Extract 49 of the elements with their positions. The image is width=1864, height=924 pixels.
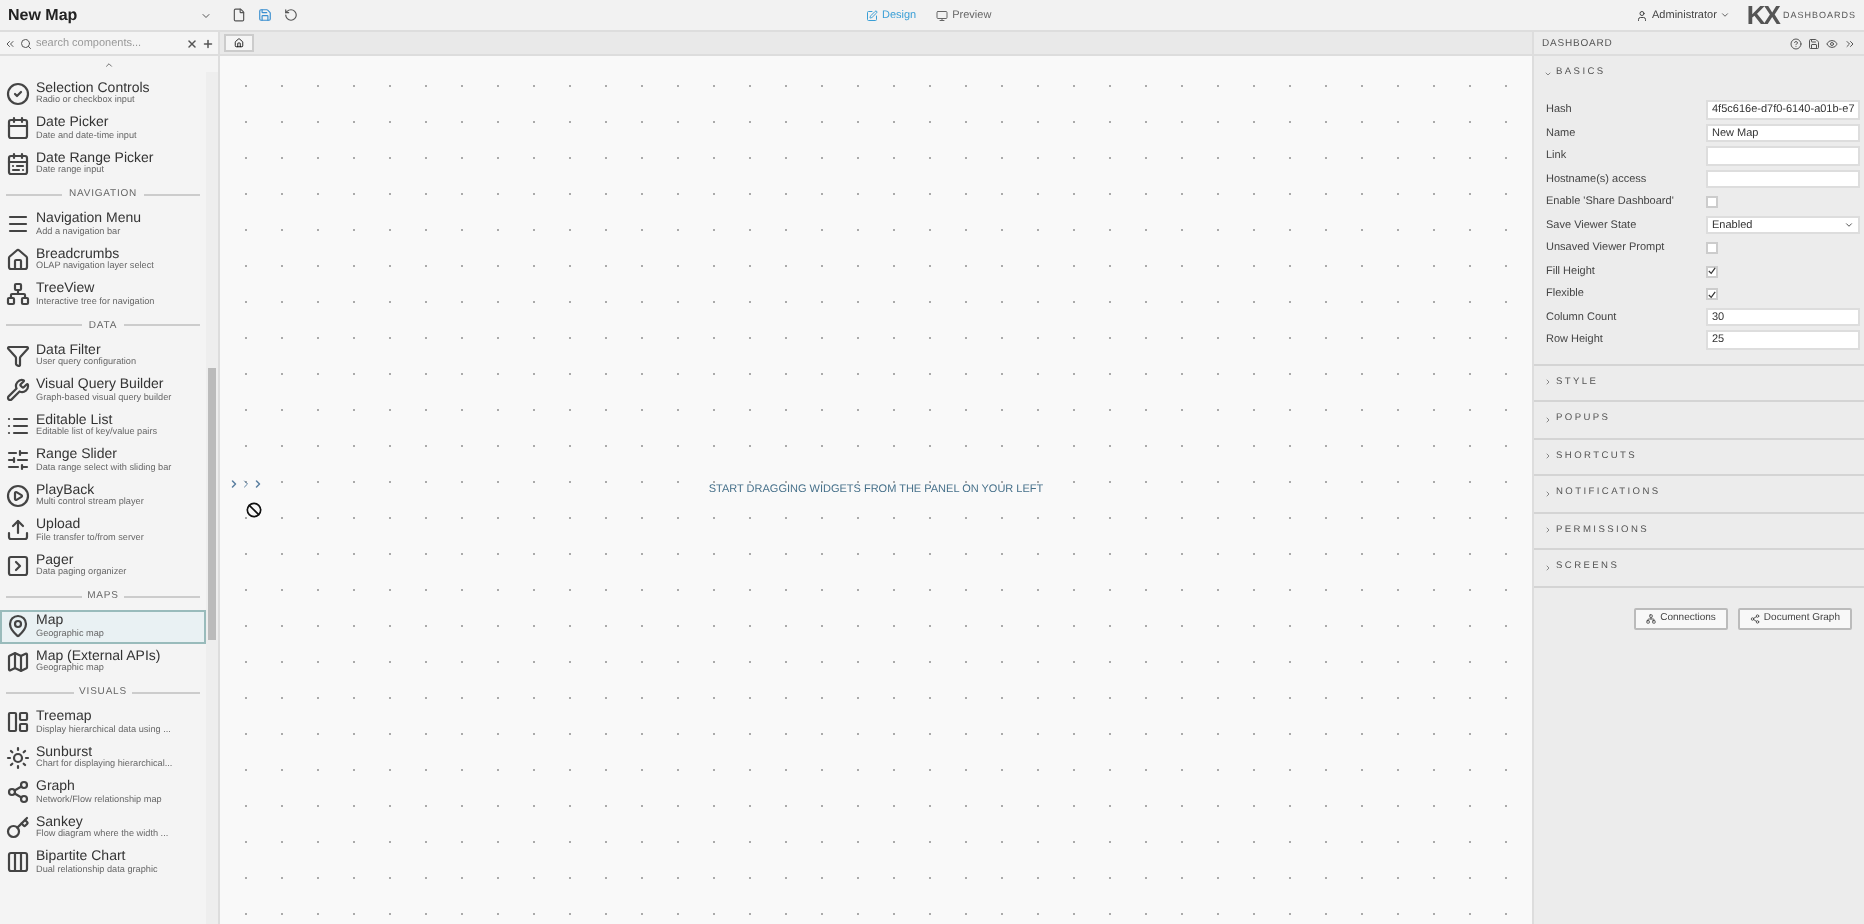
component-icon bbox=[6, 212, 30, 237]
user-icon bbox=[1636, 9, 1649, 21]
network-icon bbox=[1646, 613, 1657, 623]
component-icon bbox=[6, 780, 30, 805]
chevrons-icon bbox=[228, 478, 264, 490]
new-file-icon[interactable] bbox=[232, 8, 246, 22]
checkbox[interactable] bbox=[1706, 288, 1718, 300]
help-icon[interactable] bbox=[1790, 37, 1802, 49]
text-field[interactable] bbox=[1706, 169, 1860, 189]
component-icon bbox=[6, 815, 30, 840]
home-breadcrumb[interactable] bbox=[224, 34, 254, 52]
component-icon bbox=[6, 448, 30, 473]
component-icon bbox=[6, 282, 30, 307]
component-icon bbox=[6, 247, 30, 272]
scroll-up-icon[interactable] bbox=[104, 59, 114, 69]
caret-icon bbox=[1720, 10, 1731, 20]
pencil-icon bbox=[866, 9, 878, 21]
scrollbar-thumb[interactable] bbox=[208, 368, 216, 640]
component-icon bbox=[6, 378, 30, 403]
checkbox[interactable] bbox=[1706, 265, 1718, 277]
undo-icon[interactable] bbox=[284, 8, 298, 22]
component-icon bbox=[6, 81, 30, 106]
component-icon bbox=[6, 710, 30, 735]
expand-icon[interactable] bbox=[1844, 37, 1856, 49]
logo: KX bbox=[1746, 2, 1779, 28]
share-icon bbox=[1749, 613, 1760, 623]
ban-icon bbox=[246, 502, 262, 518]
component-icon bbox=[6, 518, 30, 543]
component-icon bbox=[6, 553, 30, 578]
component-icon bbox=[6, 116, 30, 141]
home-icon bbox=[234, 38, 244, 48]
component-icon bbox=[6, 343, 30, 368]
plus-icon[interactable] bbox=[202, 37, 214, 49]
component-icon bbox=[6, 614, 30, 639]
component-icon bbox=[6, 745, 30, 770]
component-icon bbox=[6, 649, 30, 674]
search-icon bbox=[20, 37, 32, 49]
text-field[interactable] bbox=[1706, 146, 1860, 166]
close-icon[interactable] bbox=[186, 37, 198, 49]
monitor-icon bbox=[936, 9, 949, 21]
caret-icon bbox=[1844, 220, 1854, 230]
component-icon bbox=[6, 151, 30, 176]
save-icon[interactable] bbox=[1808, 37, 1820, 49]
save-icon[interactable] bbox=[258, 8, 272, 22]
component-icon bbox=[6, 850, 30, 875]
component-icon bbox=[6, 483, 30, 508]
dashboard-title: New Map bbox=[8, 6, 78, 24]
eye-icon[interactable] bbox=[1826, 37, 1838, 49]
collapse-icon[interactable] bbox=[4, 37, 16, 49]
